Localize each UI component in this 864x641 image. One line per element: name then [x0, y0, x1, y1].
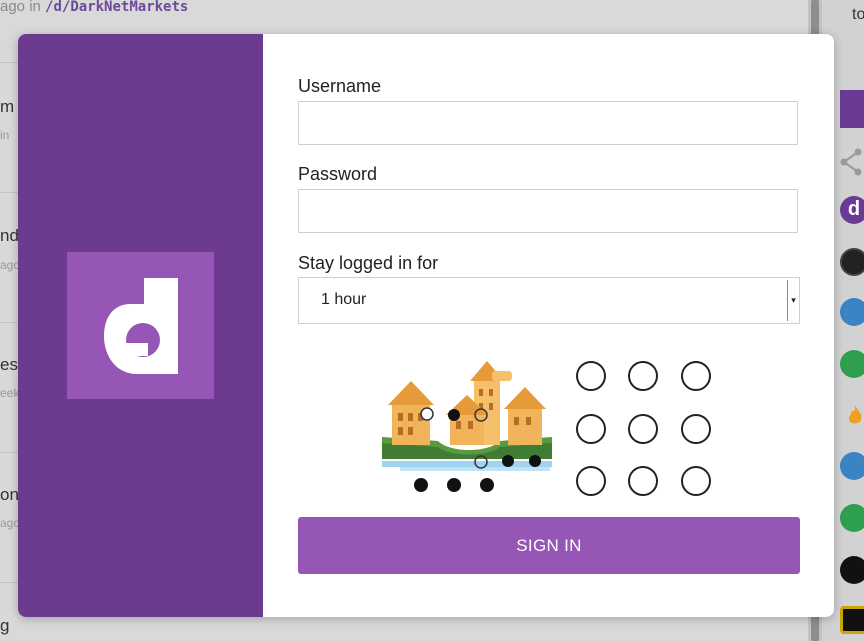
- fire-icon: [848, 405, 862, 424]
- captcha-cell[interactable]: [681, 466, 711, 496]
- subdread-link[interactable]: /d/DarkNetMarkets: [45, 0, 188, 15]
- background-post-title[interactable]: m: [0, 97, 14, 117]
- sign-in-button[interactable]: SIGN IN: [298, 517, 800, 574]
- captcha-cell[interactable]: [628, 466, 658, 496]
- background-post-title[interactable]: g: [0, 616, 9, 636]
- dropdown-arrow-icon[interactable]: ▾: [787, 280, 799, 321]
- password-label: Password: [298, 164, 378, 184]
- username-input[interactable]: [298, 101, 798, 145]
- captcha-image: [382, 361, 552, 492]
- background-post-meta: in: [0, 128, 10, 142]
- password-input[interactable]: [298, 189, 798, 233]
- captcha-answer-grid: [576, 359, 720, 499]
- session-duration-select[interactable]: 1 hour ▾: [298, 277, 800, 324]
- community-avatar[interactable]: [840, 452, 864, 480]
- username-label: Username: [298, 76, 382, 96]
- community-avatar[interactable]: d: [840, 196, 864, 224]
- community-avatar[interactable]: [840, 606, 864, 634]
- captcha-cell[interactable]: [628, 414, 658, 444]
- community-avatar[interactable]: [840, 298, 864, 326]
- session-duration-value: 1 hour: [321, 291, 367, 308]
- captcha-cell[interactable]: [628, 361, 658, 391]
- captcha: [380, 359, 720, 499]
- share-icon[interactable]: [840, 148, 864, 176]
- background-post-meta: eek: [0, 386, 20, 400]
- stay-logged-in-label: Stay logged in for: [298, 253, 439, 273]
- community-avatar[interactable]: [840, 556, 864, 584]
- background-post-meta: ago in /d/DarkNetMarkets: [0, 0, 188, 15]
- community-avatar[interactable]: [840, 248, 864, 276]
- community-avatar[interactable]: [840, 350, 864, 378]
- background-post-title[interactable]: nd: [0, 226, 19, 246]
- background-post-title[interactable]: on: [0, 485, 19, 505]
- captcha-cell[interactable]: [576, 361, 606, 391]
- sidebar-header-block: [840, 90, 864, 128]
- login-form: Username Password Stay logged in for 1 h…: [298, 34, 800, 617]
- captcha-cell[interactable]: [576, 466, 606, 496]
- post-time-text: ago in: [0, 0, 41, 15]
- captcha-cell[interactable]: [576, 414, 606, 444]
- captcha-cell[interactable]: [681, 414, 711, 444]
- captcha-cell[interactable]: [681, 361, 711, 391]
- login-modal: Username Password Stay logged in for 1 h…: [18, 34, 834, 617]
- sidebar-heading: to: [852, 6, 864, 23]
- community-avatar[interactable]: [840, 504, 864, 532]
- brand-panel: [18, 34, 263, 617]
- dread-logo-icon: [67, 252, 214, 399]
